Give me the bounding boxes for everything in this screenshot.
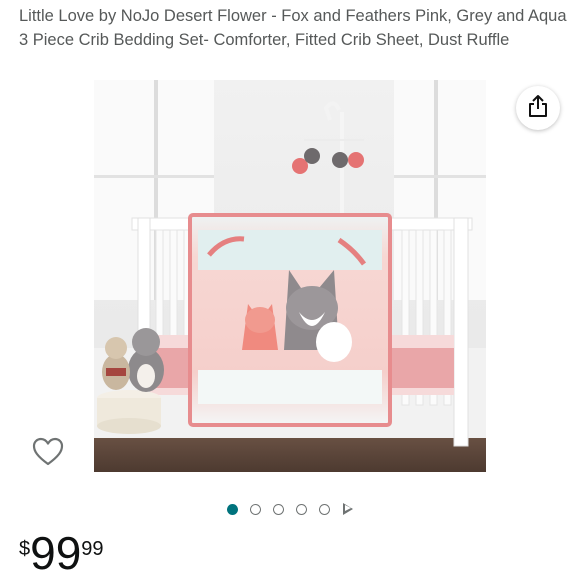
- wishlist-button[interactable]: [30, 436, 66, 472]
- share-button[interactable]: [516, 86, 560, 130]
- price-whole: 99: [30, 527, 82, 579]
- product-title: Little Love by NoJo Desert Flower - Fox …: [19, 7, 567, 49]
- carousel-dot-3[interactable]: [273, 503, 284, 515]
- play-icon[interactable]: [343, 503, 353, 515]
- price: $9999: [19, 530, 104, 580]
- carousel-dot-5[interactable]: [319, 503, 330, 515]
- carousel-dot-1[interactable]: [227, 503, 238, 515]
- heart-outline-icon: [32, 437, 64, 472]
- product-image[interactable]: [94, 80, 486, 472]
- carousel-dot-4[interactable]: [296, 503, 307, 515]
- price-currency-symbol: $: [19, 538, 31, 560]
- carousel-dot-2[interactable]: [250, 503, 261, 515]
- price-fraction: 99: [81, 538, 104, 560]
- image-carousel-indicators: [0, 500, 580, 518]
- share-icon: [527, 94, 549, 123]
